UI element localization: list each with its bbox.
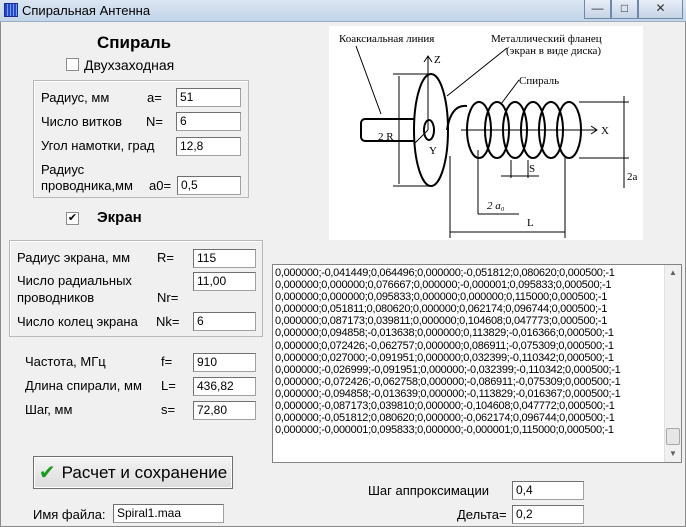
approx-step-input[interactable]: 0,4 [512,481,584,500]
diagram-label-flange-1: Металлический фланец [491,33,602,45]
output-lines: 0,000000;-0,041449;0,064496;0,000000;-0,… [275,267,621,437]
turns-input[interactable]: 6 [176,112,241,131]
calculate-save-button[interactable]: ✔ Расчет и сохранение [33,456,233,489]
antenna-diagram: Коаксиальная линия Металлический фланец … [329,26,643,240]
angle-input[interactable]: 12,8 [176,137,241,156]
calculate-save-label: Расчет и сохранение [61,462,228,482]
vertical-scrollbar[interactable]: ▲ ▼ [664,265,681,462]
radius-input[interactable]: 51 [176,88,241,107]
output-line: 0,000000;-0,041449;0,064496;0,000000;-0,… [275,267,615,279]
freq-label: Частота, МГц [25,354,106,369]
radial-label-1: Число радиальных [17,273,132,288]
rings-symbol: Nk= [156,314,180,329]
screen-checkbox[interactable]: ✔ [66,212,79,225]
diagram-axis-x: X [601,125,609,137]
spiral-heading: Спираль [97,33,172,52]
wire-radius-input[interactable]: 0,5 [177,176,241,195]
wire-radius-label-1: Радиус [41,162,85,177]
output-line: 0,000000;-0,026999;-0,091951;0,000000;-0… [275,363,621,376]
radial-label-2: проводников [17,290,95,305]
diagram-label-2a: 2a [627,171,638,183]
maximize-button[interactable]: □ [611,0,638,19]
angle-label: Угол намотки, град [41,138,155,153]
app-icon [4,3,18,17]
filename-label: Имя файла: [33,507,106,522]
scroll-up-icon[interactable]: ▲ [669,268,677,277]
two-start-checkbox[interactable] [66,58,79,71]
output-line: 0,000000;-0,051812;0,080620;0,000000;-0,… [275,412,615,425]
output-line: 0,000000;-0,072426;-0,062758;0,000000;-0… [275,375,621,388]
output-line: 0,000000;-0,094858;-0,013639;0,000000;-0… [275,387,621,400]
filename-input[interactable]: Spiral1.maa [113,504,224,523]
freq-input[interactable]: 910 [193,353,256,372]
diagram-axis-z: Z [434,54,441,66]
step-input[interactable]: 72,80 [193,401,256,420]
diagram-label-l: L [527,217,534,229]
close-button[interactable]: ✕ [638,0,683,19]
delta-label: Дельта= [457,507,507,522]
delta-input[interactable]: 0,2 [512,505,584,524]
output-line: 0,000000;0,072426;-0,062757;0,000000;0,0… [275,339,614,352]
rings-label: Число колец экрана [17,314,138,329]
two-start-label: Двухзаходная [84,57,175,73]
output-line: 0,000000;0,000000;0,095833;0,000000;0,00… [275,291,608,304]
turns-symbol: N= [146,114,163,129]
radial-input[interactable]: 11,00 [193,272,256,291]
diagram-label-2r: 2 R [378,131,394,143]
output-line: 0,000000;0,094858;-0,013638;0,000000;0,1… [275,327,614,340]
screen-radius-label: Радиус экрана, мм [17,250,131,265]
diagram-label-s: S [529,163,535,175]
freq-symbol: f= [161,354,173,369]
output-textarea[interactable]: 0,000000;-0,041449;0,064496;0,000000;-0,… [272,264,682,463]
screen-heading: Экран [97,209,142,226]
minimize-button[interactable]: — [584,0,611,19]
window-title: Спиральная Антенна [22,3,151,18]
radial-symbol: Nr= [157,290,179,305]
output-line: 0,000000;0,000000;0,076667;0,000000;-0,0… [275,279,612,292]
output-line: 0,000000;0,027000;-0,091951;0,000000;0,0… [275,351,614,364]
step-symbol: s= [161,402,176,417]
output-line: 0,000000;0,087173;0,039811;0,000000;0,10… [275,315,608,328]
diagram-label-a0: 2 a₀ [487,200,505,212]
scroll-thumb[interactable] [666,428,680,445]
diagram-label-spiral: Спираль [519,75,559,87]
turns-label: Число витков [41,114,123,129]
approx-step-label: Шаг аппроксимации [368,483,489,498]
title-bar: Спиральная Антенна — □ ✕ [0,0,686,22]
screen-radius-symbol: R= [157,250,174,265]
scroll-down-icon[interactable]: ▼ [669,449,677,458]
diagram-axis-y: Y [429,145,437,157]
length-symbol: L= [161,378,176,393]
wire-radius-symbol: a0= [149,178,172,193]
step-label: Шаг, мм [25,402,73,417]
diagram-label-coax: Коаксиальная линия [339,33,434,45]
diagram-label-flange-2: (экран в виде диска) [506,45,601,57]
output-line: 0,000000;-0,000001;0,095833;0,000000;-0,… [275,424,614,437]
length-input[interactable]: 436,82 [193,377,256,396]
rings-input[interactable]: 6 [193,312,256,331]
wire-radius-label-2: проводника,мм [41,178,133,193]
output-line: 0,000000;-0,087173;0,039810;0,000000;-0,… [275,400,615,413]
checkmark-icon: ✔ [38,462,56,484]
screen-radius-input[interactable]: 115 [193,249,256,268]
radius-label: Радиус, мм [41,90,110,105]
radius-symbol: a= [147,90,162,105]
output-line: 0,000000;0,051811;0,080620;0,000000;0,06… [275,303,608,316]
length-label: Длина спирали, мм [25,378,142,393]
